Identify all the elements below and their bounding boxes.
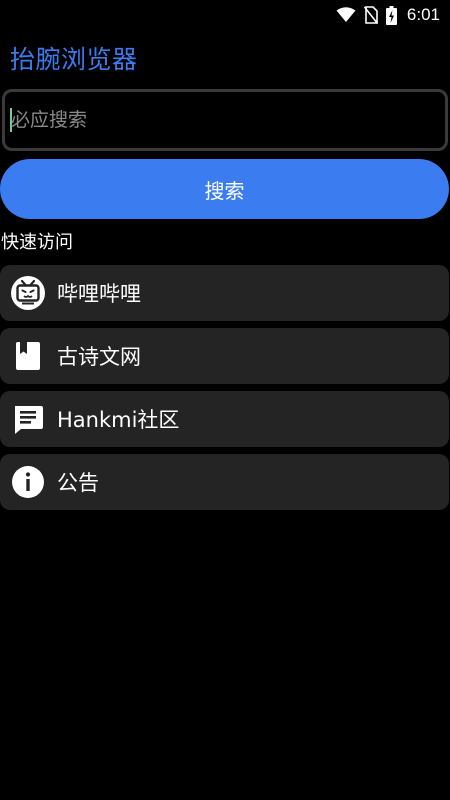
search-button[interactable]: 搜索: [0, 159, 449, 219]
quick-item-label: Hankmi社区: [57, 408, 180, 432]
quick-item-label: 哔哩哔哩: [57, 282, 141, 306]
quick-item-announcement[interactable]: 公告: [0, 454, 449, 510]
no-sim-icon: [363, 6, 378, 24]
app-title: 抬腕浏览器: [10, 45, 138, 74]
battery-charging-icon: [385, 5, 397, 25]
status-icons: 6:01: [336, 5, 440, 25]
search-input[interactable]: [11, 92, 431, 148]
quick-item-label: 公告: [57, 471, 99, 495]
wifi-icon: [336, 7, 356, 23]
info-icon: [10, 464, 46, 500]
status-bar: 6:01: [0, 0, 450, 30]
quick-access-list: 哔哩哔哩 古诗文网 Hankmi社区 公告: [0, 265, 449, 517]
message-icon: [10, 401, 46, 437]
quick-item-bilibili[interactable]: 哔哩哔哩: [0, 265, 449, 321]
status-time: 6:01: [406, 5, 440, 24]
quick-item-gushiwen[interactable]: 古诗文网: [0, 328, 449, 384]
search-box[interactable]: [2, 89, 448, 151]
tv-icon: [10, 275, 46, 311]
bookmark-icon: [10, 338, 46, 374]
quick-item-hankmi[interactable]: Hankmi社区: [0, 391, 449, 447]
quick-access-heading: 快速访问: [1, 232, 73, 253]
quick-item-label: 古诗文网: [57, 345, 141, 369]
